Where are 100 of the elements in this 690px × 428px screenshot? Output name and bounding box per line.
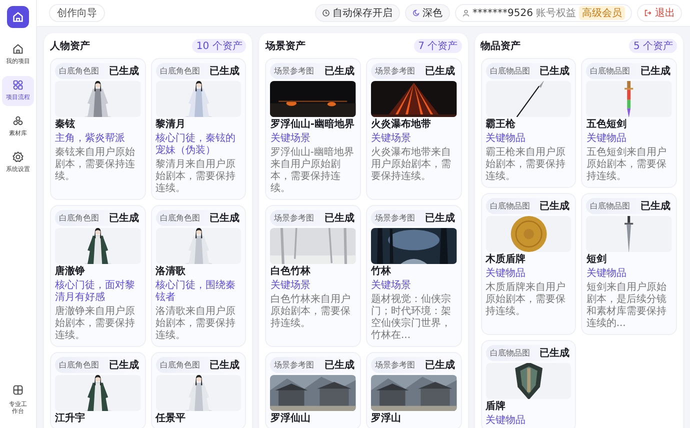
clock-icon bbox=[322, 9, 330, 17]
asset-card[interactable]: 白底角色图 已生成 秦铉 主角，紫炎帮派 秦铉来自用户原始剧本，需要保持连续。 bbox=[50, 58, 146, 200]
theme-toggle[interactable]: 深色 bbox=[404, 4, 450, 22]
asset-name: 木质盾牌 bbox=[486, 254, 527, 266]
asset-card[interactable]: 场景参考图 已生成 罗浮仙山-幽暗地界 关键场景 罗浮仙山-幽暗地界来自用户原始剧本，需要保持连续。 bbox=[265, 58, 361, 200]
settings-icon bbox=[12, 151, 24, 163]
asset-name: 罗浮仙山 bbox=[270, 413, 312, 425]
asset-name: 盾牌 bbox=[486, 401, 507, 413]
image-type-label: 白底物品图 bbox=[590, 66, 630, 77]
asset-description: 唐澈铮来自用户原始剧本，需要保持连续。 bbox=[55, 306, 136, 342]
asset-card[interactable]: 场景参考图 已生成 罗浮山 bbox=[366, 352, 462, 428]
asset-card[interactable]: 白底角色图 已生成 江升宇 bbox=[50, 352, 146, 428]
image-type-label: 场景参考图 bbox=[374, 360, 415, 371]
asset-name: 罗浮仙山-幽暗地界 bbox=[270, 119, 356, 131]
asset-card[interactable]: 白底角色图 已生成 唐澈铮 核心门徒，面对黎清月有好感 唐澈铮来自用户原始剧本，需要保持连续。 bbox=[50, 205, 146, 347]
asset-card[interactable]: 白底角色图 已生成 洛清歌 核心门徒，围绕秦铉者 洛清歌来自用户原始剧本，需要保持连续。 bbox=[150, 205, 246, 347]
status-label: 已生成 bbox=[640, 200, 670, 213]
asset-description: 火炎瀑布地带来自用户原始剧本，需要保持连续。 bbox=[370, 147, 452, 183]
grid-icon bbox=[12, 79, 24, 91]
asset-name: 洛清歌 bbox=[156, 266, 187, 278]
asset-tag: 关键物品 bbox=[486, 268, 572, 280]
asset-tag: 关键物品 bbox=[586, 268, 672, 280]
asset-card[interactable]: 白底物品图 已生成 木质盾牌 关键物品 木质盾牌来自用户原始剧本，需要保持连续。 bbox=[480, 193, 576, 335]
asset-card[interactable]: 场景参考图 已生成 白色竹林 关键场景 白色竹林来自用户原始剧本，需要保持连续。 bbox=[265, 205, 361, 347]
asset-card[interactable]: 白底物品图 已生成 霸王枪 关键物品 霸王枪来自用户原始剧本，需要保持连续。 bbox=[480, 58, 576, 188]
status-label: 已生成 bbox=[109, 212, 139, 225]
asset-tag: 核心门徒，秦铉的宠妹（伪装） bbox=[156, 133, 242, 157]
image-type-label: 白底角色图 bbox=[160, 66, 200, 77]
asset-name: 罗浮山 bbox=[370, 413, 402, 425]
logout-icon bbox=[644, 9, 652, 17]
panel-title: 场景资产 bbox=[265, 40, 306, 53]
asset-tag: 主角，紫炎帮派 bbox=[55, 133, 141, 145]
asset-tag: 核心门徒，围绕秦铉者 bbox=[156, 280, 242, 304]
status-label: 已生成 bbox=[540, 64, 570, 78]
asset-name: 火炎瀑布地带 bbox=[370, 119, 432, 131]
panel-title: 物品资产 bbox=[480, 40, 521, 53]
asset-description: 题材视觉：仙侠宗门；时代环境：架空仙侠宗门世界，竹林在... bbox=[370, 294, 452, 342]
asset-description: 洛清歌来自用户原始剧本，需要保持连续。 bbox=[156, 306, 237, 342]
image-type-label: 白底物品图 bbox=[490, 200, 530, 212]
asset-name: 黎清月 bbox=[156, 119, 187, 131]
asset-tag: 核心门徒，面对黎清月有好感 bbox=[55, 280, 141, 304]
asset-name: 唐澈铮 bbox=[55, 266, 86, 278]
asset-card[interactable]: 场景参考图 已生成 火炎瀑布地带 关键场景 火炎瀑布地带来自用户原始剧本，需要保持连续。 bbox=[366, 58, 462, 200]
asset-tag: 关键物品 bbox=[586, 133, 672, 145]
user-id: *******9526 bbox=[472, 8, 533, 18]
status-label: 已生成 bbox=[109, 64, 139, 78]
user-icon bbox=[462, 9, 470, 17]
asset-card[interactable]: 白底角色图 已生成 黎清月 核心门徒，秦铉的宠妹（伪装） 黎清月来自用户原始剧本，需要保持连续。 bbox=[150, 58, 246, 200]
account-link[interactable]: 账号权益 bbox=[536, 6, 576, 20]
status-label: 已生成 bbox=[424, 358, 455, 372]
panel-title: 人物资产 bbox=[50, 40, 90, 53]
asset-description: 霸王枪来自用户原始剧本，需要保持连续。 bbox=[486, 147, 567, 183]
asset-description: 短剑来自用户原始剧本，是后续分镜和素材库需要保持连续的... bbox=[586, 282, 668, 330]
moon-icon bbox=[412, 9, 420, 17]
asset-name: 竹林 bbox=[370, 266, 392, 278]
asset-card[interactable]: 场景参考图 已生成 竹林 关键场景 题材视觉：仙侠宗门；时代环境：架空仙侠宗门世界，竹林在... bbox=[366, 205, 462, 347]
image-type-label: 场景参考图 bbox=[274, 213, 314, 224]
asset-card[interactable]: 场景参考图 已生成 罗浮仙山 bbox=[265, 352, 361, 428]
status-label: 已生成 bbox=[210, 64, 240, 78]
image-type-label: 白底物品图 bbox=[490, 66, 530, 77]
asset-tag: 关键场景 bbox=[370, 133, 457, 145]
app-logo-icon[interactable] bbox=[7, 6, 29, 28]
asset-tag: 关键场景 bbox=[370, 280, 457, 292]
image-type-label: 白底物品图 bbox=[490, 348, 530, 359]
image-type-label: 场景参考图 bbox=[374, 66, 415, 77]
asset-description: 秦铉来自用户原始剧本，需要保持连续。 bbox=[55, 147, 136, 183]
image-type-label: 白底物品图 bbox=[590, 200, 630, 212]
asset-card[interactable]: 白底物品图 已生成 五色短剑 关键物品 五色短剑来自用户原始剧本，需要保持连续。 bbox=[581, 58, 677, 188]
asset-card[interactable]: 白底物品图 已生成 短剑 关键物品 短剑来自用户原始剧本，是后续分镜和素材库需要保持连续的... bbox=[581, 193, 677, 335]
status-label: 已生成 bbox=[210, 212, 240, 225]
logout-button[interactable]: 退出 bbox=[637, 4, 682, 22]
asset-tag: 关键场景 bbox=[270, 280, 356, 292]
asset-name: 霸王枪 bbox=[486, 119, 517, 131]
asset-tag: 关键物品 bbox=[486, 133, 572, 145]
breadcrumb[interactable]: 创作向导 bbox=[49, 4, 105, 22]
status-label: 已生成 bbox=[640, 64, 670, 78]
account-panel[interactable]: *******9526 账号权益 高级会员 bbox=[454, 4, 632, 22]
image-type-label: 场景参考图 bbox=[274, 360, 314, 371]
status-label: 已生成 bbox=[324, 64, 354, 78]
asset-count: 10 个资产 bbox=[192, 39, 246, 53]
status-label: 已生成 bbox=[210, 358, 240, 372]
asset-name: 五色短剑 bbox=[586, 119, 628, 131]
asset-count: 7 个资产 bbox=[414, 39, 462, 53]
asset-name: 秦铉 bbox=[55, 119, 76, 131]
asset-tag: 关键场景 bbox=[270, 133, 356, 145]
asset-name: 任景平 bbox=[156, 413, 187, 425]
image-type-label: 白底角色图 bbox=[59, 66, 99, 77]
asset-description: 罗浮仙山-幽暗地界来自用户原始剧本，需要保持连续。 bbox=[270, 147, 355, 195]
status-label: 已生成 bbox=[324, 212, 354, 225]
asset-name: 江升宇 bbox=[55, 413, 86, 425]
image-type-label: 白底角色图 bbox=[160, 212, 200, 224]
membership-badge: 高级会员 bbox=[579, 6, 625, 20]
image-type-label: 场景参考图 bbox=[274, 66, 314, 77]
status-label: 已生成 bbox=[324, 358, 354, 372]
asset-card[interactable]: 白底角色图 已生成 任景平 bbox=[150, 352, 246, 428]
status-label: 已生成 bbox=[424, 64, 455, 78]
asset-card[interactable]: 白底物品图 已生成 盾牌 关键物品 bbox=[480, 340, 576, 428]
asset-description: 黎清月来自用户原始剧本，需要保持连续。 bbox=[156, 159, 237, 195]
asset-tag: 关键物品 bbox=[486, 415, 572, 427]
cluster-icon bbox=[12, 115, 24, 127]
